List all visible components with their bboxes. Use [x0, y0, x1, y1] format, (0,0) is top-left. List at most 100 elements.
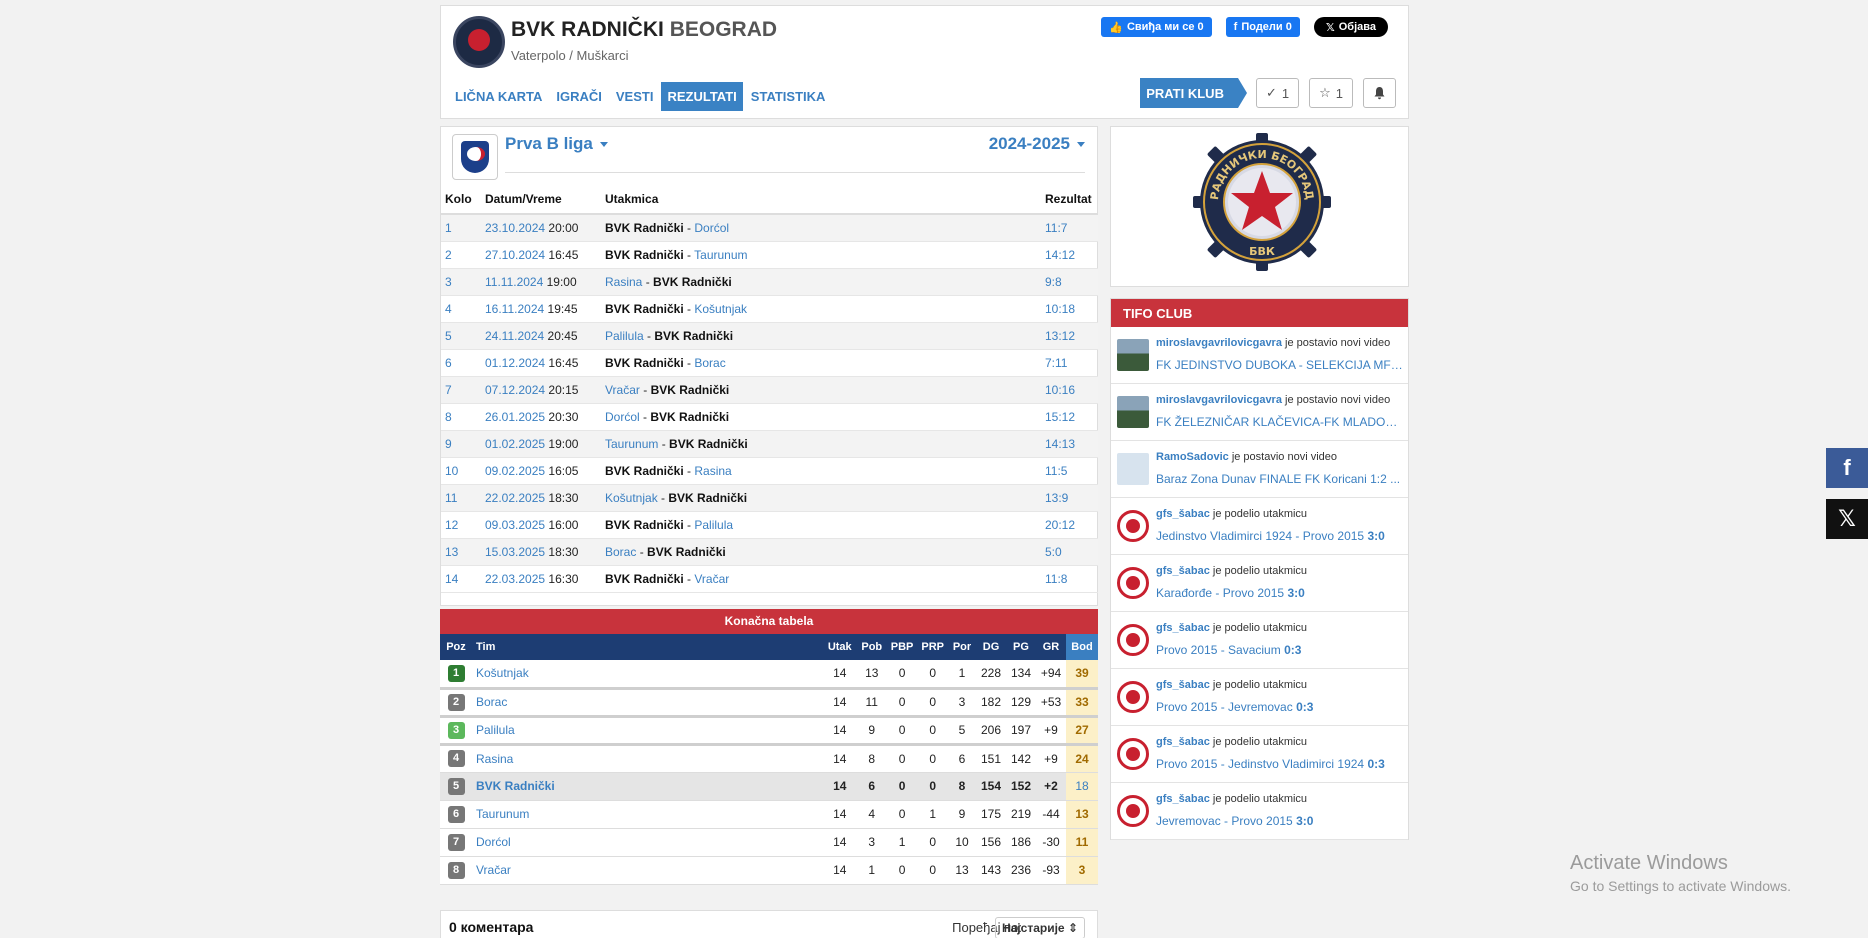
match-date[interactable]: 09.02.2025 [485, 464, 545, 478]
match-result[interactable]: 14:13 [1041, 430, 1098, 458]
nav-tab-vesti[interactable]: VESTI [610, 82, 660, 111]
home-team[interactable]: Borac [605, 545, 636, 559]
team-link[interactable]: Palilula [476, 723, 515, 737]
match-round[interactable]: 6 [441, 349, 481, 377]
away-team[interactable]: Borac [694, 356, 725, 370]
team-link[interactable]: Rasina [476, 752, 513, 766]
team-link[interactable]: Vračar [476, 863, 511, 877]
match-round[interactable]: 12 [441, 511, 481, 539]
nav-tab-lična-karta[interactable]: LIČNA KARTA [449, 82, 548, 111]
match-result[interactable]: 11:7 [1041, 214, 1098, 242]
match-round[interactable]: 1 [441, 214, 481, 242]
avatar[interactable] [1117, 624, 1149, 656]
match-date[interactable]: 07.12.2024 [485, 383, 545, 397]
follow-club-button[interactable]: PRATI KLUB [1140, 78, 1247, 108]
avatar[interactable] [1117, 453, 1149, 485]
feed-user[interactable]: gfs_šabac [1156, 679, 1210, 691]
facebook-share-button[interactable]: f Подели 0 [1225, 17, 1300, 37]
match-result[interactable]: 10:18 [1041, 295, 1098, 323]
match-result[interactable]: 13:12 [1041, 322, 1098, 350]
nav-tab-rezultati[interactable]: REZULTATI [661, 82, 743, 111]
feed-link[interactable]: Provo 2015 - Jedinstvo Vladimirci 1924 0… [1156, 757, 1404, 771]
match-round[interactable]: 2 [441, 241, 481, 269]
away-team[interactable]: Palilula [694, 518, 733, 532]
away-team[interactable]: Vračar [694, 572, 729, 586]
match-date[interactable]: 24.11.2024 [485, 329, 544, 343]
floating-facebook-share[interactable]: f [1826, 448, 1868, 488]
feed-link[interactable]: Jevremovac - Provo 2015 3:0 [1156, 814, 1404, 828]
feed-user[interactable]: RamoSadovic [1156, 451, 1229, 463]
feed-user[interactable]: gfs_šabac [1156, 793, 1210, 805]
match-round[interactable]: 5 [441, 322, 481, 350]
match-round[interactable]: 10 [441, 457, 481, 485]
nav-tab-statistika[interactable]: STATISTIKA [745, 82, 832, 111]
check-count-button[interactable]: ✓ 1 [1255, 78, 1300, 108]
match-result[interactable]: 7:11 [1041, 349, 1098, 377]
match-result[interactable]: 10:16 [1041, 376, 1098, 404]
feed-link[interactable]: Jedinstvo Vladimirci 1924 - Provo 2015 3… [1156, 529, 1404, 543]
team-link[interactable]: BVK Radnički [476, 779, 555, 793]
match-round[interactable]: 4 [441, 295, 481, 323]
avatar[interactable] [1117, 510, 1149, 542]
match-round[interactable]: 11 [441, 484, 481, 512]
feed-link[interactable]: Baraz Zona Dunav FINALE FK Koricani 1:2 … [1156, 472, 1404, 486]
match-date[interactable]: 16.11.2024 [485, 302, 544, 316]
avatar[interactable] [1117, 567, 1149, 599]
notification-button[interactable] [1363, 78, 1396, 108]
feed-user[interactable]: gfs_šabac [1156, 565, 1210, 577]
match-result[interactable]: 15:12 [1041, 403, 1098, 431]
feed-user[interactable]: miroslavgavrilovicgavra [1156, 337, 1282, 349]
match-date[interactable]: 27.10.2024 [485, 248, 545, 262]
match-result[interactable]: 20:12 [1041, 511, 1098, 539]
away-team[interactable]: Rasina [694, 464, 731, 478]
floating-x-share[interactable]: 𝕏 [1826, 499, 1868, 539]
match-result[interactable]: 9:8 [1041, 268, 1098, 296]
feed-user[interactable]: miroslavgavrilovicgavra [1156, 394, 1282, 406]
avatar[interactable] [1117, 738, 1149, 770]
match-result[interactable]: 11:5 [1041, 457, 1098, 485]
match-date[interactable]: 23.10.2024 [485, 221, 545, 235]
match-result[interactable]: 13:9 [1041, 484, 1098, 512]
club-logo[interactable] [453, 16, 505, 68]
team-link[interactable]: Borac [476, 695, 507, 709]
feed-link[interactable]: Provo 2015 - Savacium 0:3 [1156, 643, 1404, 657]
avatar[interactable] [1117, 795, 1149, 827]
match-round[interactable]: 3 [441, 268, 481, 296]
match-date[interactable]: 22.02.2025 [485, 491, 545, 505]
home-team[interactable]: Dorćol [605, 410, 640, 424]
avatar[interactable] [1117, 339, 1149, 371]
match-date[interactable]: 01.12.2024 [485, 356, 545, 370]
feed-user[interactable]: gfs_šabac [1156, 622, 1210, 634]
feed-link[interactable]: FK JEDINSTVO DUBOKA - SELEKCIJA MFL S... [1156, 358, 1404, 372]
away-team[interactable]: Dorćol [694, 221, 729, 235]
match-result[interactable]: 5:0 [1041, 538, 1098, 566]
match-date[interactable]: 09.03.2025 [485, 518, 545, 532]
match-round[interactable]: 9 [441, 430, 481, 458]
match-date[interactable]: 15.03.2025 [485, 545, 545, 559]
feed-user[interactable]: gfs_šabac [1156, 508, 1210, 520]
home-team[interactable]: Vračar [605, 383, 640, 397]
team-link[interactable]: Taurunum [476, 807, 529, 821]
avatar[interactable] [1117, 681, 1149, 713]
match-date[interactable]: 26.01.2025 [485, 410, 545, 424]
facebook-like-button[interactable]: 👍 Свиђа ми се 0 [1101, 17, 1212, 37]
away-team[interactable]: Taurunum [694, 248, 747, 262]
feed-link[interactable]: Karađorđe - Provo 2015 3:0 [1156, 586, 1404, 600]
home-team[interactable]: Taurunum [605, 437, 658, 451]
match-date[interactable]: 11.11.2024 [485, 275, 543, 289]
match-round[interactable]: 7 [441, 376, 481, 404]
feed-user[interactable]: gfs_šabac [1156, 736, 1210, 748]
feed-link[interactable]: FK ŽELEZNIČAR KLAČEVICA-FK MLADOST G... [1156, 415, 1404, 429]
match-round[interactable]: 13 [441, 538, 481, 566]
star-count-button[interactable]: ☆ 1 [1309, 78, 1353, 108]
home-team[interactable]: Rasina [605, 275, 642, 289]
away-team[interactable]: Košutnjak [694, 302, 747, 316]
nav-tab-igrači[interactable]: IGRAČI [550, 82, 608, 111]
feed-link[interactable]: Provo 2015 - Jevremovac 0:3 [1156, 700, 1404, 714]
team-link[interactable]: Košutnjak [476, 666, 529, 680]
match-date[interactable]: 01.02.2025 [485, 437, 545, 451]
match-result[interactable]: 11:8 [1041, 565, 1098, 593]
league-select[interactable]: Prva B liga [505, 134, 608, 154]
match-round[interactable]: 14 [441, 565, 481, 593]
avatar[interactable] [1117, 396, 1149, 428]
